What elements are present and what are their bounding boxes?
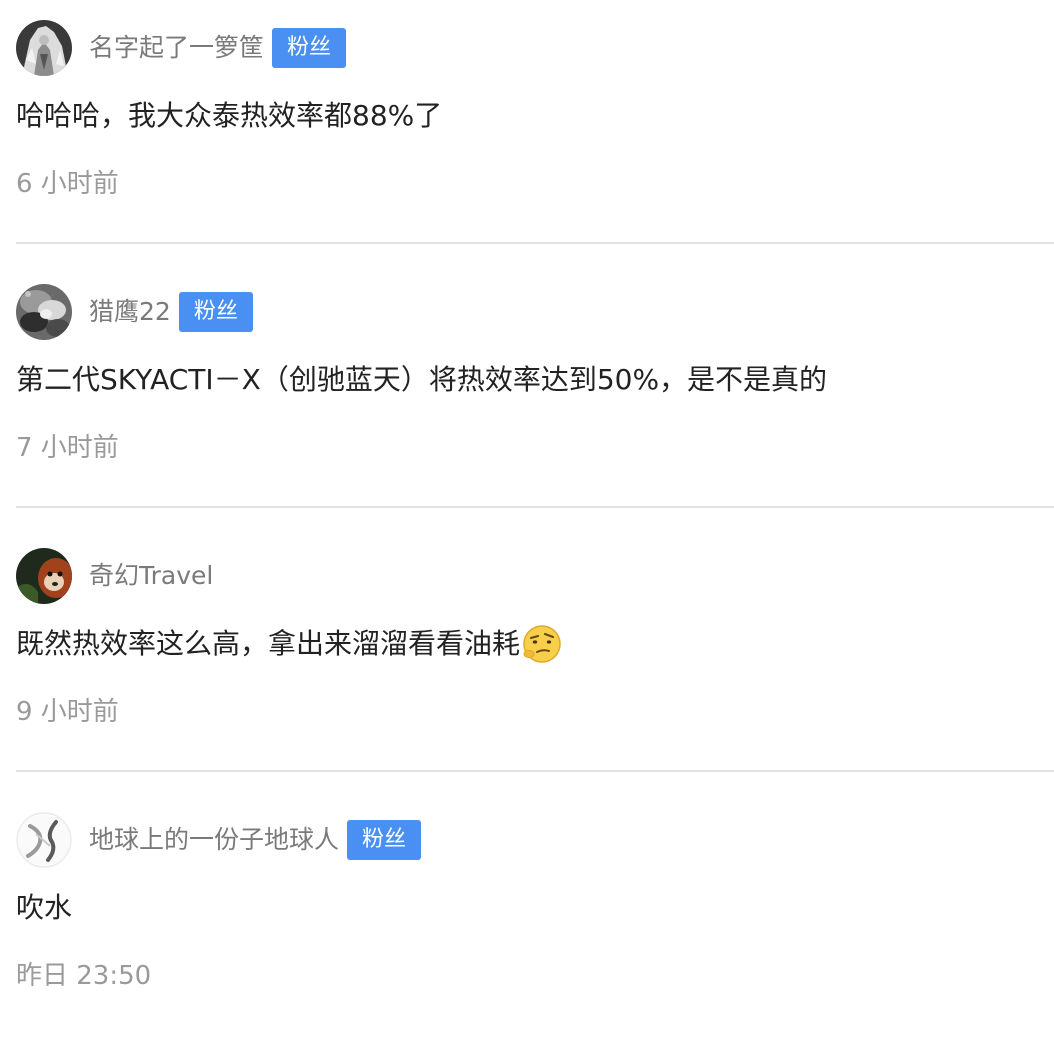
comment-time: 9 小时前 [16, 697, 119, 727]
fan-badge: 粉丝 [272, 28, 347, 68]
fan-badge: 粉丝 [347, 820, 422, 860]
user-line: 名字起了一箩筐 粉丝 [89, 28, 347, 68]
username[interactable]: 名字起了一箩筐 [89, 28, 264, 68]
comment-item: 地球上的一份子地球人 粉丝 吹水 昨日 23:50 [16, 792, 1054, 1056]
grey-texture-avatar-icon [16, 284, 72, 340]
anime-character-avatar-icon [16, 20, 72, 76]
divider [16, 770, 1054, 772]
user-avatar[interactable] [16, 548, 72, 604]
user-avatar[interactable] [16, 20, 72, 76]
comment-item: 名字起了一箩筐 粉丝 哈哈哈，我大众泰热效率都88%了 6 小时前 [16, 0, 1054, 264]
comment-text-body: 第二代SKYACTI－X（创驰蓝天）将热效率达到50%，是不是真的 [16, 363, 828, 396]
user-line: 奇幻Travel [89, 556, 213, 596]
comment-text-body: 既然热效率这么高，拿出来溜溜看看油耗 [16, 627, 521, 660]
comment-item: 奇幻Travel 既然热效率这么高，拿出来溜溜看看油耗 9 小时前 [16, 528, 1054, 792]
comment-text: 吹水 [16, 886, 72, 930]
user-avatar[interactable] [16, 284, 72, 340]
fan-badge: 粉丝 [178, 292, 253, 332]
comment-time: 6 小时前 [16, 169, 119, 199]
comment-text-body: 哈哈哈，我大众泰热效率都88%了 [16, 99, 443, 132]
divider [16, 242, 1054, 244]
comment-time: 7 小时前 [16, 433, 119, 463]
comment-item: 猎鹰22 粉丝 第二代SKYACTI－X（创驰蓝天）将热效率达到50%，是不是真… [16, 264, 1054, 528]
red-panda-avatar-icon [16, 548, 72, 604]
comment-text-body: 吹水 [16, 891, 73, 924]
comment-time: 昨日 23:50 [16, 961, 152, 991]
user-avatar[interactable] [16, 812, 72, 868]
comment-text: 第二代SKYACTI－X（创驰蓝天）将热效率达到50%，是不是真的 [16, 358, 827, 402]
doubt-face-emoji-icon [521, 623, 563, 665]
user-line: 猎鹰22 粉丝 [89, 292, 253, 332]
user-line: 地球上的一份子地球人 粉丝 [89, 820, 422, 860]
ds-logo-avatar-icon [16, 812, 72, 868]
username[interactable]: 奇幻Travel [89, 556, 213, 596]
comment-text: 既然热效率这么高，拿出来溜溜看看油耗 [16, 622, 563, 666]
username[interactable]: 地球上的一份子地球人 [89, 820, 339, 860]
username[interactable]: 猎鹰22 [89, 292, 171, 332]
divider [16, 506, 1054, 508]
comment-text: 哈哈哈，我大众泰热效率都88%了 [16, 94, 442, 138]
